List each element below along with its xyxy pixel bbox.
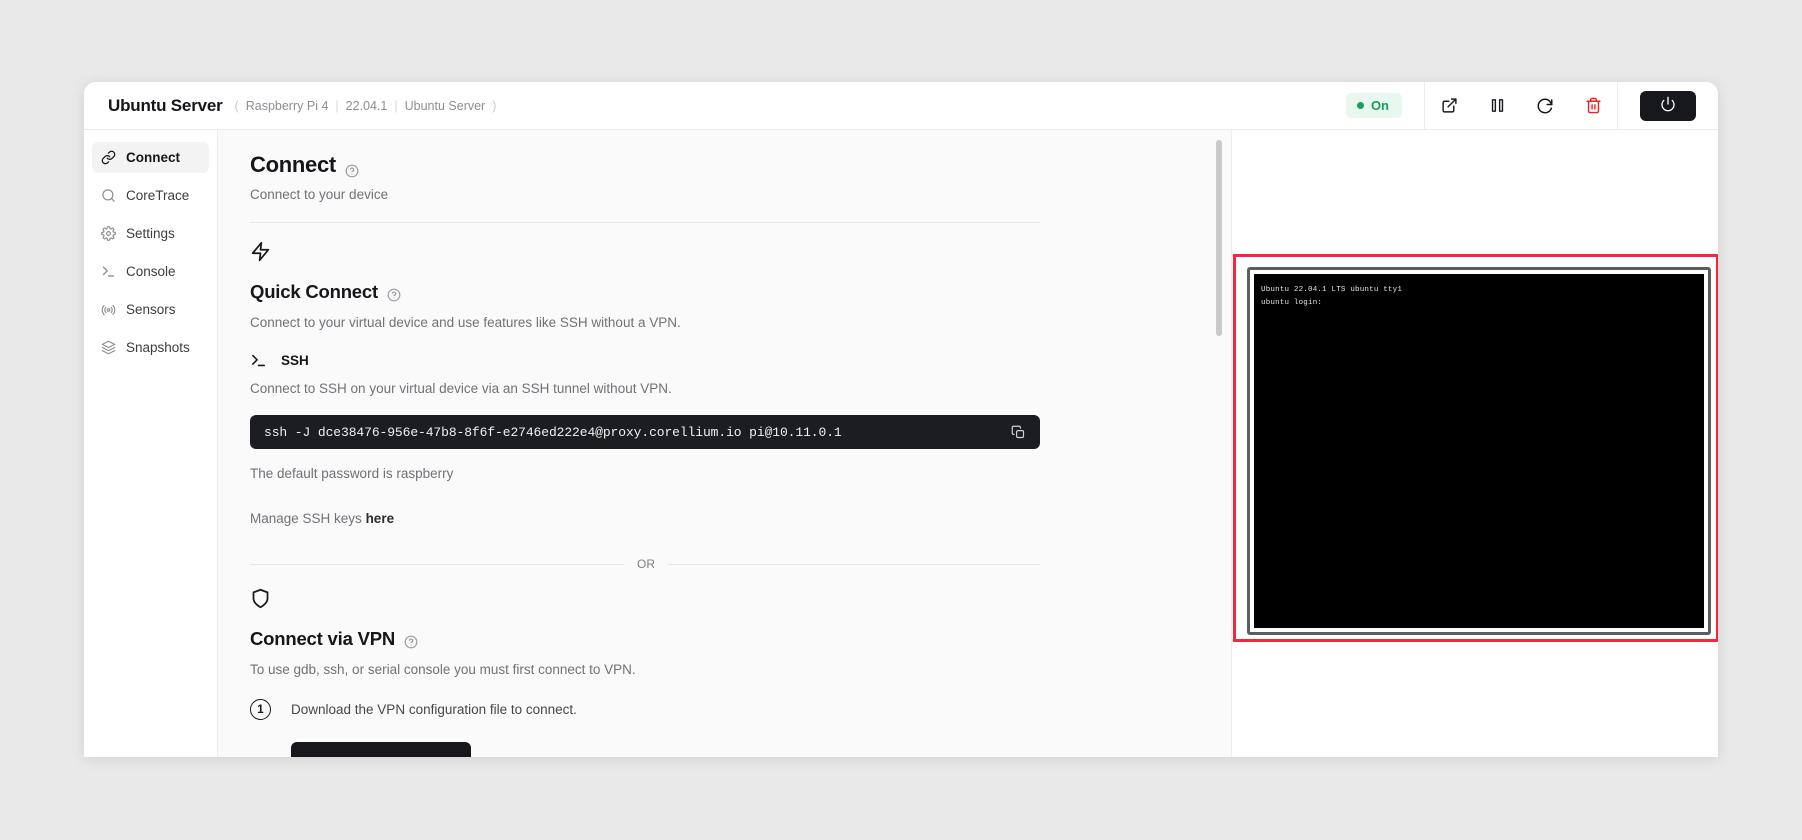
sidebar-item-connect[interactable]: Connect [92, 142, 209, 173]
sidebar-item-label: Sensors [126, 302, 176, 317]
terminal-icon [101, 264, 116, 279]
layers-icon [101, 340, 116, 355]
connect-content: Connect Connect to your device Quick Con… [218, 130, 1231, 757]
terminal-icon [250, 352, 267, 369]
ssh-label: SSH [281, 353, 309, 368]
quick-connect-heading: Quick Connect [250, 281, 1040, 303]
help-icon[interactable] [404, 632, 418, 649]
meta-device-model: Raspberry Pi 4 [245, 98, 329, 113]
connect-column: Connect Connect to your device Quick Con… [250, 152, 1040, 757]
device-preview-pane: Ubuntu 22.04.1 LTS ubuntu tty1 ubuntu lo… [1231, 130, 1718, 757]
device-bezel: Ubuntu 22.04.1 LTS ubuntu tty1 ubuntu lo… [1247, 267, 1711, 635]
or-divider: OR [250, 556, 1040, 572]
device-screen[interactable]: Ubuntu 22.04.1 LTS ubuntu tty1 ubuntu lo… [1254, 274, 1704, 628]
window-body: Connect CoreTrace Settings Console Senso… [84, 130, 1718, 757]
device-window: Ubuntu Server ( Raspberry Pi 4 | 22.04.1… [84, 82, 1718, 757]
default-password-note: The default password is raspberry [250, 466, 454, 481]
power-button[interactable] [1640, 90, 1696, 121]
window-toolbar [1424, 82, 1617, 130]
section-divider [250, 222, 1040, 223]
step-number: 1 [250, 699, 271, 720]
vpn-heading-text: Connect via VPN [250, 628, 396, 649]
help-icon[interactable] [387, 285, 401, 302]
sidebar: Connect CoreTrace Settings Console Senso… [84, 130, 218, 757]
sidebar-item-snapshots[interactable]: Snapshots [92, 332, 209, 363]
status-badge: On [1345, 93, 1402, 118]
download-vpn-config-button[interactable] [291, 742, 471, 757]
terminal-line: ubuntu login: [1261, 299, 1323, 307]
terminal-line: Ubuntu 22.04.1 LTS ubuntu tty1 [1261, 286, 1403, 294]
sidebar-item-label: Settings [126, 226, 175, 241]
status-dot-icon [1356, 102, 1364, 109]
meta-os-version: 22.04.1 [345, 98, 388, 113]
sidebar-item-label: Snapshots [126, 340, 190, 355]
vpn-heading: Connect via VPN [250, 628, 1040, 650]
external-link-icon [1441, 97, 1458, 114]
meta-separator-1: | [335, 98, 339, 113]
trash-icon [1585, 97, 1602, 114]
device-meta: ( Raspberry Pi 4 | 22.04.1 | Ubuntu Serv… [235, 99, 497, 113]
content-scrollbar[interactable] [1216, 140, 1222, 336]
power-icon [1660, 96, 1676, 115]
or-label: OR [624, 556, 668, 572]
sidebar-item-label: Connect [126, 150, 180, 165]
vpn-description: To use gdb, ssh, or serial console you m… [250, 662, 636, 677]
pause-icon [1489, 97, 1506, 114]
meta-close-paren: ) [492, 98, 497, 113]
sidebar-item-console[interactable]: Console [92, 256, 209, 287]
quick-connect-heading-text: Quick Connect [250, 281, 378, 302]
manage-ssh-keys-link[interactable]: here [366, 511, 395, 526]
quick-connect-description: Connect to your virtual device and use f… [250, 315, 681, 330]
signal-icon [101, 302, 116, 317]
ssh-command-text: ssh -J dce38476-956e-47b8-8f6f-e2746ed22… [264, 424, 842, 440]
device-highlight-annotation: Ubuntu 22.04.1 LTS ubuntu tty1 ubuntu lo… [1233, 254, 1718, 642]
ssh-command-block[interactable]: ssh -J dce38476-956e-47b8-8f6f-e2746ed22… [250, 415, 1040, 449]
help-icon[interactable] [345, 158, 359, 178]
delete-button[interactable] [1569, 82, 1617, 130]
copy-icon[interactable] [1011, 425, 1026, 440]
refresh-icon [1536, 97, 1554, 115]
vpn-step-1: 1 Download the VPN configuration file to… [250, 699, 1040, 720]
lightning-icon [250, 241, 1040, 267]
page-title: Ubuntu Server [108, 95, 223, 115]
window-titlebar: Ubuntu Server ( Raspberry Pi 4 | 22.04.1… [84, 82, 1718, 130]
link-icon [101, 150, 116, 165]
search-icon [101, 188, 116, 203]
sidebar-item-sensors[interactable]: Sensors [92, 294, 209, 325]
sidebar-item-label: Console [126, 264, 176, 279]
ssh-row: SSH [250, 352, 1040, 369]
restart-button[interactable] [1521, 82, 1569, 130]
sidebar-item-settings[interactable]: Settings [92, 218, 209, 249]
step-text: Download the VPN configuration file to c… [291, 702, 577, 717]
meta-os-name: Ubuntu Server [404, 98, 486, 113]
meta-open-paren: ( [234, 98, 239, 113]
ssh-description: Connect to SSH on your virtual device vi… [250, 381, 672, 396]
sidebar-item-coretrace[interactable]: CoreTrace [92, 180, 209, 211]
connect-content-pane: Connect Connect to your device Quick Con… [218, 130, 1231, 757]
manage-ssh-keys: Manage SSH keys here [250, 511, 1040, 526]
connect-heading: Connect [250, 152, 1040, 178]
pause-button[interactable] [1473, 82, 1521, 130]
open-external-button[interactable] [1425, 82, 1473, 130]
meta-separator-2: | [394, 98, 398, 113]
manage-ssh-keys-text: Manage SSH keys [250, 511, 366, 526]
status-label: On [1370, 98, 1389, 113]
power-button-container [1617, 82, 1718, 130]
connect-heading-text: Connect [250, 152, 336, 177]
gear-icon [101, 226, 116, 241]
sidebar-item-label: CoreTrace [126, 188, 190, 203]
connect-subtitle: Connect to your device [250, 187, 389, 202]
shield-icon [250, 588, 1040, 614]
